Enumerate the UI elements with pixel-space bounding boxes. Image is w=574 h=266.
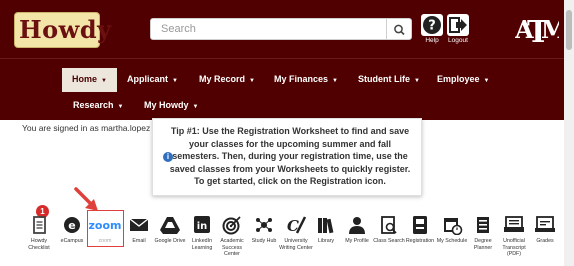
nav-my-record[interactable]: My Record ▼ — [199, 72, 255, 88]
atm-logo-icon: A T M — [514, 15, 570, 50]
nav-student-life[interactable]: Student Life ▼ — [358, 72, 420, 88]
app-degree-planner[interactable]: Degree Planner — [466, 215, 500, 251]
app-study-hub[interactable]: Study Hub — [247, 215, 281, 245]
app-my-profile[interactable]: My Profile — [340, 215, 374, 245]
chevron-down-icon: ▼ — [192, 104, 199, 110]
nav-research-label: Research — [73, 100, 114, 110]
howdy-logo-text: Howdy — [19, 15, 112, 44]
chevron-down-icon: ▼ — [483, 78, 490, 84]
app-label: Study Hub — [251, 238, 277, 244]
app-label: Unofficial Transcript (PDF) — [502, 238, 526, 257]
app-label: Google Drive — [154, 238, 186, 244]
tip-popup: i Tip #1: Use the Registration Worksheet… — [152, 118, 422, 196]
university-logo[interactable]: A T M — [514, 10, 570, 50]
app-email[interactable]: Email — [122, 215, 156, 245]
library-icon — [315, 215, 337, 235]
app-google-drive[interactable]: Google Drive — [153, 215, 187, 245]
app-academic-success-center[interactable]: Academic Success Center — [215, 215, 249, 258]
app-registration[interactable]: Registration — [403, 215, 437, 245]
search-input[interactable] — [150, 18, 387, 40]
app-label: Library — [317, 238, 335, 244]
app-ecampus[interactable]: e eCampus — [55, 215, 89, 245]
signed-in-status: You are signed in as martha.lopez — [22, 123, 151, 133]
class-search-icon — [378, 215, 400, 235]
tip-text: Tip #1: Use the Registration Worksheet t… — [169, 126, 411, 186]
chevron-down-icon: ▼ — [249, 78, 255, 84]
nav-student-life-label: Student Life — [358, 74, 410, 84]
svg-text:zoom: zoom — [89, 219, 122, 232]
nav-employee-label: Employee — [437, 74, 480, 84]
svg-text:?: ? — [428, 19, 436, 34]
nav-my-finances[interactable]: My Finances ▼ — [274, 72, 338, 88]
top-header: Howdy ? Help Logout A T M — [0, 0, 570, 58]
degree-planner-icon — [472, 215, 494, 235]
writing-icon: C — [285, 215, 307, 235]
app-library[interactable]: Library — [309, 215, 343, 245]
chevron-down-icon: ▼ — [117, 104, 124, 110]
app-label: University Writing Center — [279, 238, 313, 251]
nav-my-howdy-label: My Howdy — [144, 100, 189, 110]
chevron-down-icon: ▼ — [101, 78, 107, 84]
nav-research[interactable]: Research ▼ — [73, 98, 123, 114]
nav-home-label: Home — [72, 74, 98, 84]
chevron-down-icon: ▼ — [414, 78, 420, 84]
help-icon: ? — [421, 14, 443, 36]
app-my-schedule[interactable]: My Schedule — [435, 215, 469, 245]
app-label: Degree Planner — [473, 238, 493, 251]
main-navigation: Home ▼ Applicant ▼ My Record ▼ My Finances ▼… — [0, 58, 564, 120]
logout-icon — [447, 14, 469, 36]
howdy-logo[interactable]: Howdy — [14, 12, 111, 48]
nav-employee[interactable]: Employee ▼ — [437, 72, 489, 88]
logout-label: Logout — [448, 37, 468, 44]
nav-my-howdy[interactable]: My Howdy ▼ — [144, 98, 198, 114]
profile-icon — [346, 215, 368, 235]
search-icon — [394, 24, 405, 36]
transcript-icon — [503, 215, 525, 235]
app-label: LinkedIn Learning — [191, 238, 213, 251]
app-label: Email — [132, 238, 146, 244]
app-label: My Profile — [345, 238, 369, 244]
nav-my-record-label: My Record — [199, 74, 246, 84]
checklist-icon — [28, 215, 50, 235]
app-label: Howdy Checklist — [28, 238, 50, 251]
app-university-writing-center[interactable]: C University Writing Center — [279, 215, 313, 251]
calendar-icon — [441, 215, 463, 236]
app-label: zoom — [98, 238, 112, 244]
app-label: eCampus — [60, 238, 84, 244]
app-unofficial-transcript[interactable]: Unofficial Transcript (PDF) — [497, 215, 531, 258]
target-icon — [221, 215, 243, 235]
app-howdy-checklist[interactable]: Howdy Checklist — [22, 215, 56, 251]
study-hub-icon — [253, 215, 275, 235]
app-grades[interactable]: Grades — [528, 215, 562, 245]
email-icon — [128, 215, 150, 235]
chevron-down-icon: ▼ — [172, 78, 178, 84]
app-label: Registration — [405, 238, 435, 244]
linkedin-icon: in — [191, 215, 213, 235]
zoom-icon: zoom — [88, 215, 122, 235]
app-label: Class Search — [373, 238, 405, 244]
svg-text:e: e — [68, 219, 75, 232]
app-label: Grades — [536, 238, 554, 244]
svg-text:M: M — [541, 15, 559, 44]
pointer-arrow-icon — [74, 187, 98, 211]
nav-home[interactable]: Home ▼ — [62, 68, 117, 92]
nav-my-finances-label: My Finances — [274, 74, 329, 84]
ecampus-icon: e — [61, 215, 83, 235]
app-label: My Schedule — [436, 238, 468, 244]
google-drive-icon — [159, 215, 181, 235]
grades-icon — [534, 215, 556, 235]
app-label: Academic Success Center — [220, 238, 244, 257]
app-zoom[interactable]: zoom zoom — [88, 215, 122, 245]
scrollbar[interactable] — [564, 0, 574, 266]
search-button[interactable] — [387, 18, 412, 40]
chevron-down-icon: ▼ — [332, 78, 338, 84]
logout-button[interactable]: Logout — [443, 14, 473, 48]
app-class-search[interactable]: Class Search — [372, 215, 406, 245]
nav-applicant-label: Applicant — [127, 74, 169, 84]
scrollbar-thumb[interactable] — [566, 10, 572, 50]
nav-applicant[interactable]: Applicant ▼ — [127, 72, 178, 88]
svg-text:in: in — [197, 221, 208, 232]
app-linkedin-learning[interactable]: in LinkedIn Learning — [185, 215, 219, 251]
registration-icon — [409, 215, 431, 235]
